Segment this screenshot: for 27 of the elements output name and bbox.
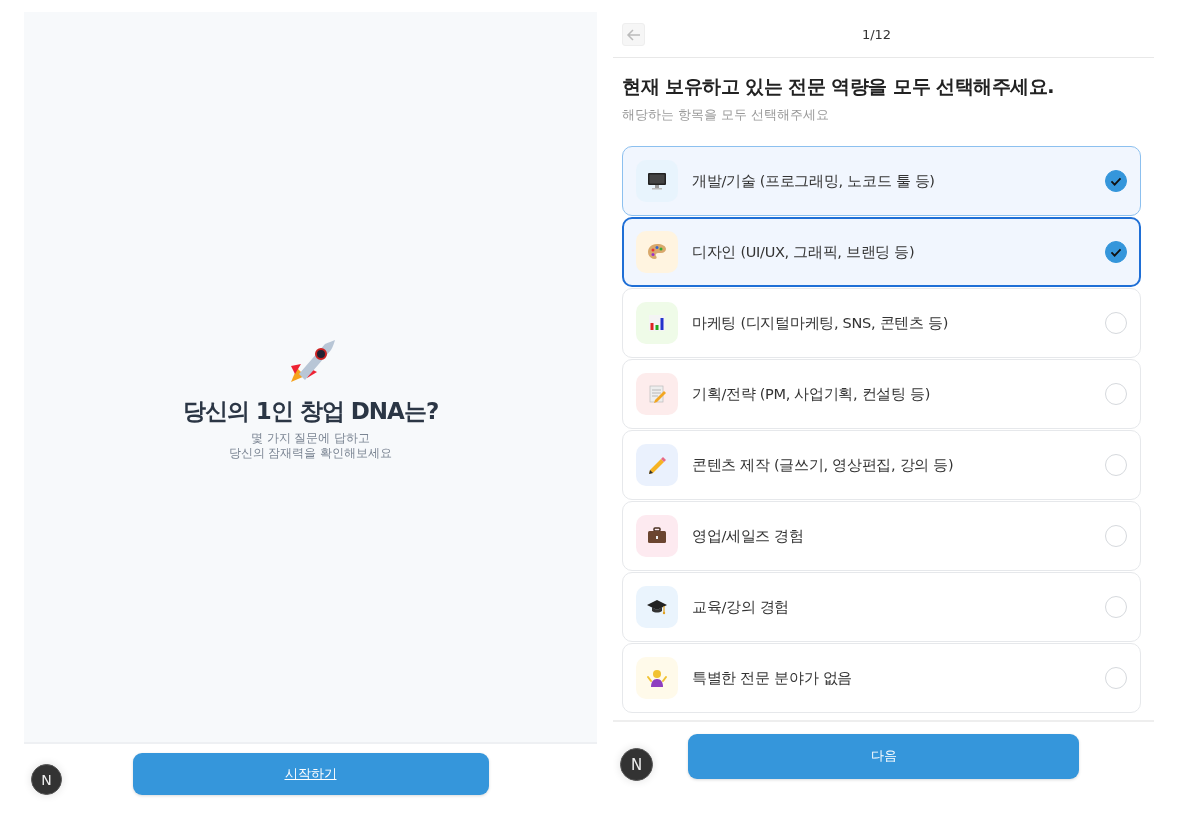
option-label: 디자인 (UI/UX, 그래픽, 브랜딩 등) <box>692 242 916 262</box>
option-card[interactable]: 개발/기술 (프로그래밍, 노코드 툴 등) <box>622 146 1141 216</box>
back-arrow-icon <box>625 26 642 43</box>
question-hint: 해당하는 항목을 모두 선택해주세요 <box>622 107 830 124</box>
option-card[interactable]: 디자인 (UI/UX, 그래픽, 브랜딩 등) <box>622 217 1141 287</box>
dev-badge[interactable]: N <box>31 764 62 795</box>
option-label: 영업/세일즈 경험 <box>692 526 805 546</box>
dev-badge[interactable]: N <box>620 748 653 781</box>
option-label: 기획/전략 (PM, 사업기획, 컨설팅 등) <box>692 384 932 404</box>
checkbox[interactable] <box>1105 241 1127 263</box>
intro-title: 당신의 1인 창업 DNA는? <box>182 396 439 426</box>
progress-counter: 1/12 <box>861 27 892 42</box>
option-card[interactable]: 영업/세일즈 경험 <box>622 501 1141 571</box>
question-title: 현재 보유하고 있는 전문 역량을 모두 선택해주세요. <box>622 74 1055 99</box>
option-card[interactable]: 특별한 전문 분야가 없음 <box>622 643 1141 713</box>
option-label: 마케팅 (디지털마케팅, SNS, 콘텐츠 등) <box>692 313 950 333</box>
intro-subtitle: 몇 가지 질문에 답하고 당신의 잠재력을 확인해보세요 <box>228 430 393 461</box>
option-label: 특별한 전문 분야가 없음 <box>692 668 853 688</box>
option-label: 교육/강의 경험 <box>692 597 791 617</box>
back-button[interactable] <box>622 23 645 46</box>
option-card[interactable]: 콘텐츠 제작 (글쓰기, 영상편집, 강의 등) <box>622 430 1141 500</box>
option-card[interactable]: 기획/전략 (PM, 사업기획, 컨설팅 등) <box>622 359 1141 429</box>
option-card[interactable]: 교육/강의 경험 <box>622 572 1141 642</box>
option-label: 개발/기술 (프로그래밍, 노코드 툴 등) <box>692 171 936 191</box>
option-card[interactable]: 마케팅 (디지털마케팅, SNS, 콘텐츠 등) <box>622 288 1141 358</box>
option-label: 콘텐츠 제작 (글쓰기, 영상편집, 강의 등) <box>692 455 955 475</box>
checkbox[interactable] <box>1105 170 1127 192</box>
